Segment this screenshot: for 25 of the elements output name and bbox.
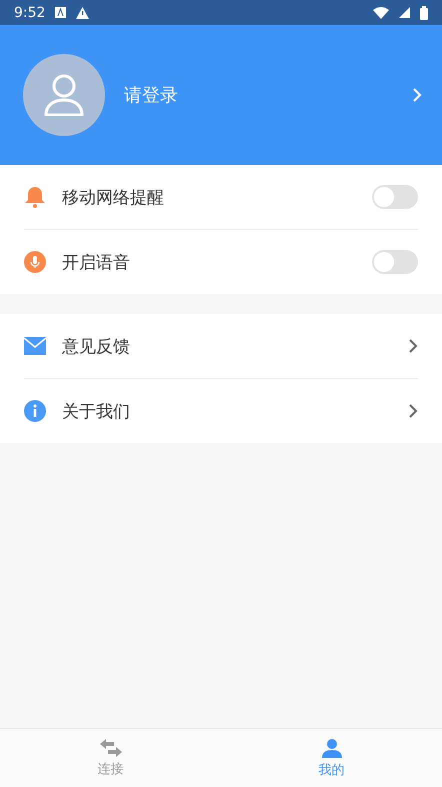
swap-arrows-icon[interactable]	[100, 738, 122, 756]
person-icon[interactable]	[320, 738, 342, 758]
chevron-right-icon	[408, 338, 418, 354]
setting-label: 移动网络提醒	[62, 186, 165, 208]
status-time: 9:52	[14, 4, 46, 20]
menu-item[interactable]: 意见反馈	[24, 314, 418, 378]
setting-label: 开启语音	[62, 252, 131, 274]
nav-tab[interactable]: 我的	[221, 729, 442, 787]
wifi-icon	[373, 6, 389, 18]
user-icon	[44, 74, 84, 116]
chevron-right-icon	[408, 403, 418, 419]
login-link[interactable]: 请登录	[124, 83, 412, 107]
toggle-switch[interactable]	[372, 250, 418, 274]
nav-tab[interactable]: 连接	[0, 729, 221, 787]
toggle-switch[interactable]	[372, 185, 418, 209]
info-icon	[24, 400, 46, 422]
signal-icon	[399, 7, 410, 18]
menu-item[interactable]: 关于我们	[24, 378, 418, 443]
warning-icon	[76, 6, 90, 18]
chevron-right-icon	[412, 87, 422, 103]
mail-icon	[24, 337, 46, 355]
microphone-icon	[24, 251, 46, 273]
bell-icon	[24, 186, 46, 208]
battery-icon	[420, 6, 428, 20]
notification-icon	[55, 7, 66, 18]
